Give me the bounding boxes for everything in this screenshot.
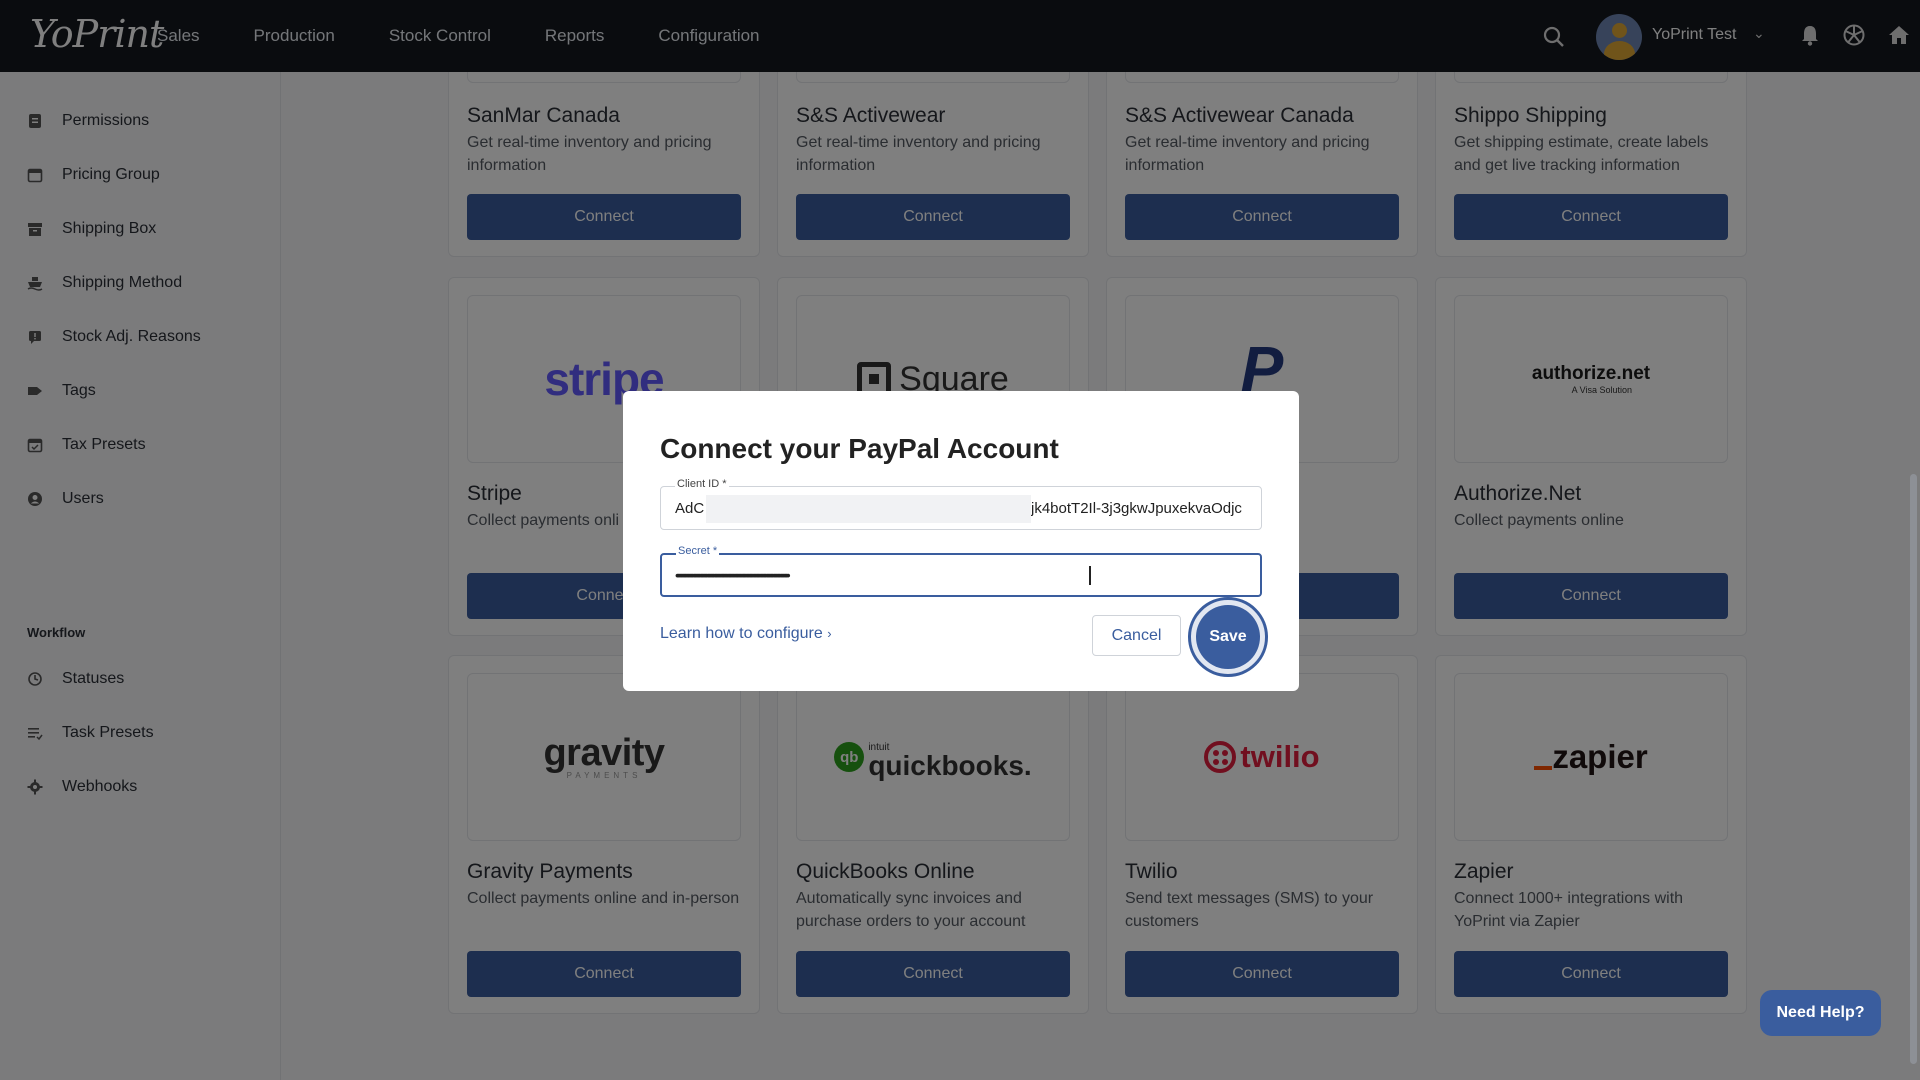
secret-value: ••••••••••••••••••••••••••••••••••••••••… <box>675 567 791 583</box>
client-id-field[interactable]: Client ID * AdC jk4botT2Il-3j3gkwJpuxekv… <box>660 478 1262 530</box>
secret-field[interactable]: Secret * •••••••••••••••••••••••••••••••… <box>660 545 1262 597</box>
page-scrollbar[interactable] <box>1910 474 1917 1064</box>
redacted-region <box>706 495 1031 523</box>
client-id-value-suffix: jk4botT2Il-3j3gkwJpuxekvaOdjc <box>1031 500 1242 517</box>
chevron-right-icon: › <box>827 626 832 641</box>
need-help-button[interactable]: Need Help? <box>1760 990 1881 1036</box>
client-id-label: Client ID * <box>675 478 729 490</box>
paypal-connect-modal: Connect your PayPal Account Client ID * … <box>623 391 1299 691</box>
modal-title: Connect your PayPal Account <box>660 433 1059 464</box>
save-button[interactable]: Save <box>1196 605 1260 669</box>
secret-label: Secret * <box>676 545 720 557</box>
click-highlight: Save <box>1188 597 1268 677</box>
text-caret <box>1089 566 1091 585</box>
client-id-value-prefix: AdC <box>675 500 705 517</box>
learn-how-link[interactable]: Learn how to configure › <box>660 625 832 643</box>
cancel-button[interactable]: Cancel <box>1092 615 1181 656</box>
